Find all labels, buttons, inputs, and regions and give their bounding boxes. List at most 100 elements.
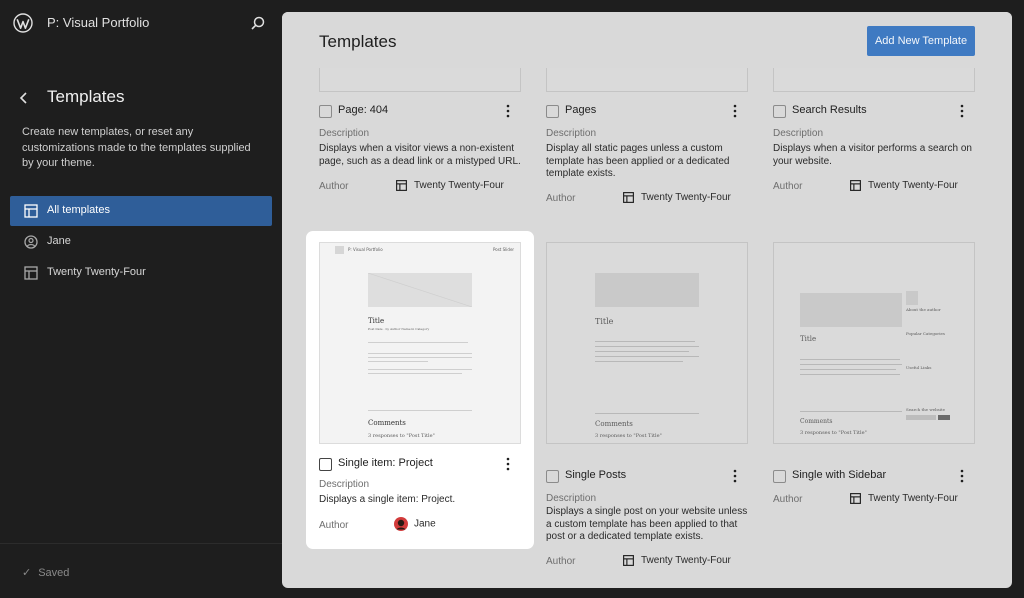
template-title[interactable]: Page: 404 bbox=[338, 104, 388, 116]
page-title: Templates bbox=[319, 32, 397, 51]
preview-post-title: Title bbox=[368, 317, 385, 325]
preview-text-line bbox=[595, 346, 699, 347]
sidebar-item-twenty-twenty-four[interactable]: Twenty Twenty-Four bbox=[10, 258, 272, 288]
description-label: Description bbox=[773, 128, 824, 139]
wordpress-logo-icon[interactable] bbox=[13, 13, 33, 33]
preview-text-line bbox=[368, 369, 472, 370]
more-actions-icon[interactable] bbox=[959, 468, 965, 484]
preview-text-line bbox=[800, 374, 900, 375]
template-title[interactable]: Single item: Project bbox=[338, 457, 433, 469]
layout-icon bbox=[850, 493, 861, 504]
preview-divider bbox=[595, 413, 699, 414]
template-description: Display all static pages unless a custom… bbox=[546, 143, 730, 179]
preview-image-placeholder bbox=[595, 273, 699, 307]
author-label: Author bbox=[546, 556, 576, 567]
preview-search-field bbox=[906, 415, 936, 420]
template-card-single-item-project[interactable]: P: Visual Portfolio Post Slider Title Po… bbox=[306, 231, 534, 549]
preview-sidebar-about: About the author bbox=[906, 307, 941, 312]
template-author: Twenty Twenty-Four bbox=[622, 554, 731, 567]
preview-text-line bbox=[800, 364, 902, 365]
preview-divider bbox=[800, 411, 902, 412]
preview-comments-heading: Comments bbox=[800, 418, 833, 425]
select-checkbox[interactable] bbox=[773, 105, 786, 118]
template-preview[interactable]: Title Comments 3 responses to "Post Titl… bbox=[546, 242, 748, 444]
layout-icon bbox=[24, 204, 38, 218]
more-actions-icon[interactable] bbox=[732, 103, 738, 119]
author-name: Twenty Twenty-Four bbox=[641, 555, 731, 567]
template-description: Displays when a visitor performs a searc… bbox=[773, 143, 972, 167]
description-label: Description bbox=[319, 128, 370, 139]
search-icon[interactable] bbox=[250, 15, 266, 31]
save-status: ✓ Saved bbox=[22, 566, 69, 579]
select-checkbox[interactable] bbox=[546, 470, 559, 483]
preview-sidebar-categories: Popular Categories bbox=[906, 331, 945, 336]
author-name: Twenty Twenty-Four bbox=[868, 180, 958, 192]
author-label: Author bbox=[319, 181, 349, 192]
template-author: Twenty Twenty-Four bbox=[849, 179, 958, 192]
sidebar-item-label: All templates bbox=[47, 204, 110, 216]
preview-comments-heading: Comments bbox=[368, 419, 406, 427]
description-label: Description bbox=[546, 493, 597, 504]
placeholder-diagonal-icon bbox=[367, 272, 473, 308]
main-header: Templates Add New Template bbox=[282, 12, 1012, 68]
template-author: Twenty Twenty-Four bbox=[849, 492, 958, 505]
sidebar: P: Visual Portfolio Templates Create new… bbox=[0, 0, 282, 598]
author-label: Author bbox=[319, 520, 349, 531]
author-label: Author bbox=[773, 181, 803, 192]
sidebar-divider bbox=[0, 543, 282, 544]
preview-site-logo bbox=[335, 246, 344, 254]
author-label: Author bbox=[773, 494, 803, 505]
template-title[interactable]: Search Results bbox=[792, 104, 867, 116]
more-actions-icon[interactable] bbox=[505, 456, 511, 472]
template-description: Displays a single item: Project. bbox=[319, 494, 456, 505]
sidebar-topbar: P: Visual Portfolio bbox=[0, 0, 282, 46]
template-title-row: Pages bbox=[546, 103, 746, 121]
select-checkbox[interactable] bbox=[773, 470, 786, 483]
preview-text-line bbox=[368, 361, 428, 362]
add-new-template-button[interactable]: Add New Template bbox=[867, 26, 975, 56]
preview-text-line bbox=[800, 359, 900, 360]
layout-icon bbox=[623, 555, 634, 566]
template-description: Displays a single post on your website u… bbox=[546, 506, 748, 542]
sidebar-item-label: Jane bbox=[47, 235, 71, 247]
author-name: Twenty Twenty-Four bbox=[641, 192, 731, 204]
template-title-row: Search Results bbox=[773, 103, 973, 121]
preview-text-line bbox=[595, 341, 695, 342]
preview-sidebar-links: Useful Links bbox=[906, 365, 932, 370]
layout-icon bbox=[396, 180, 407, 191]
preview-post-title: Title bbox=[800, 335, 817, 343]
select-checkbox[interactable] bbox=[546, 105, 559, 118]
template-title-row: Single Posts bbox=[546, 468, 746, 486]
preview-search-button bbox=[938, 415, 950, 420]
more-actions-icon[interactable] bbox=[732, 468, 738, 484]
author-name: Twenty Twenty-Four bbox=[414, 180, 504, 192]
preview-responses: 3 responses to "Post Title" bbox=[368, 433, 435, 439]
select-checkbox[interactable] bbox=[319, 105, 332, 118]
layout-icon bbox=[623, 192, 634, 203]
preview-text-line bbox=[595, 361, 683, 362]
back-chevron-icon[interactable] bbox=[16, 89, 32, 107]
sidebar-item-all-templates[interactable]: All templates bbox=[10, 196, 272, 226]
template-title[interactable]: Single with Sidebar bbox=[792, 469, 886, 481]
template-title[interactable]: Single Posts bbox=[565, 469, 626, 481]
select-checkbox[interactable] bbox=[319, 458, 332, 471]
preview-image-placeholder bbox=[367, 272, 473, 308]
site-title[interactable]: P: Visual Portfolio bbox=[47, 15, 149, 30]
template-title[interactable]: Pages bbox=[565, 104, 596, 116]
preview-divider bbox=[368, 410, 472, 411]
layout-icon bbox=[24, 266, 38, 280]
preview-text-line bbox=[368, 353, 472, 354]
preview-site-nav: Post Slider bbox=[493, 247, 515, 252]
sidebar-heading: Templates bbox=[47, 87, 125, 106]
preview-text-line bbox=[800, 369, 896, 370]
more-actions-icon[interactable] bbox=[959, 103, 965, 119]
save-status-label: Saved bbox=[38, 567, 70, 579]
preview-avatar bbox=[906, 291, 918, 305]
preview-comments-heading: Comments bbox=[595, 420, 633, 428]
more-actions-icon[interactable] bbox=[505, 103, 511, 119]
template-preview[interactable]: Title Comments 3 responses to "Post Titl… bbox=[773, 242, 975, 444]
template-description: Displays when a visitor views a non-exis… bbox=[319, 143, 521, 167]
preview-responses: 3 responses to "Post Title" bbox=[800, 430, 867, 436]
template-preview[interactable]: P: Visual Portfolio Post Slider Title Po… bbox=[319, 242, 521, 444]
sidebar-item-jane[interactable]: Jane bbox=[10, 227, 272, 257]
